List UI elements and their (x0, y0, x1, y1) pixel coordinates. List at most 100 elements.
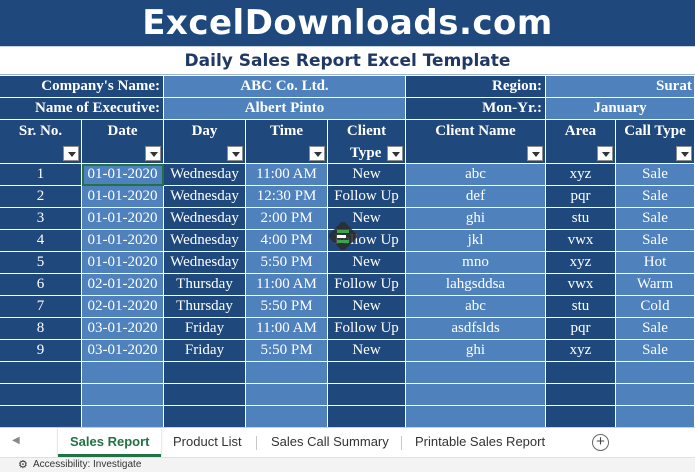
filter-dropdown-icon[interactable] (676, 146, 692, 161)
cell-call-type[interactable]: Hot (616, 252, 695, 274)
cell-area[interactable]: stu (546, 208, 616, 230)
cell-time[interactable]: 5:50 PM (246, 340, 328, 362)
cell-call-type[interactable] (616, 384, 695, 406)
cell-sr-no[interactable]: 2 (0, 186, 82, 208)
filter-dropdown-icon[interactable] (527, 146, 543, 161)
cell-day[interactable]: Thursday (164, 296, 246, 318)
cell-area[interactable] (546, 406, 616, 428)
cell-area[interactable] (546, 362, 616, 384)
cell-call-type[interactable]: Sale (616, 164, 695, 186)
cell-call-type[interactable] (616, 406, 695, 428)
cell-date[interactable] (82, 406, 164, 428)
company-value[interactable]: ABC Co. Ltd. (164, 76, 406, 98)
cell-day[interactable]: Wednesday (164, 164, 246, 186)
cell-client-type[interactable]: Follow Up (328, 318, 406, 340)
cell-date[interactable]: 01-01-2020 (82, 230, 164, 252)
tab-product-list[interactable]: Product List (161, 428, 254, 457)
cell-client-type[interactable] (328, 384, 406, 406)
cell-client-type[interactable] (328, 362, 406, 384)
cell-date[interactable] (82, 362, 164, 384)
cell-client-type[interactable]: New (328, 296, 406, 318)
cell-area[interactable]: pqr (546, 318, 616, 340)
cell-sr-no[interactable]: 5 (0, 252, 82, 274)
cell-client-name[interactable]: def (406, 186, 546, 208)
cell-date[interactable]: 01-01-2020 (82, 252, 164, 274)
cell-time[interactable]: 5:50 PM (246, 252, 328, 274)
cell-date[interactable]: 03-01-2020 (82, 340, 164, 362)
cell-call-type[interactable]: Warm (616, 274, 695, 296)
cell-time[interactable]: 5:50 PM (246, 296, 328, 318)
cell-time[interactable]: 11:00 AM (246, 274, 328, 296)
cell-call-type[interactable]: Sale (616, 186, 695, 208)
cell-day[interactable] (164, 362, 246, 384)
cell-time[interactable] (246, 406, 328, 428)
accessibility-status[interactable]: Accessibility: Investigate (33, 458, 141, 472)
cell-sr-no[interactable]: 8 (0, 318, 82, 340)
cell-client-name[interactable] (406, 362, 546, 384)
cell-area[interactable]: vwx (546, 274, 616, 296)
filter-dropdown-icon[interactable] (387, 146, 403, 161)
filter-dropdown-icon[interactable] (309, 146, 325, 161)
cell-date[interactable]: 01-01-2020 (82, 208, 164, 230)
scroll-tabs-left-icon[interactable]: ◀ (12, 435, 20, 446)
cell-time[interactable]: 11:00 AM (246, 164, 328, 186)
cell-client-name[interactable]: abc (406, 296, 546, 318)
cell-day[interactable]: Wednesday (164, 252, 246, 274)
cell-call-type[interactable]: Cold (616, 296, 695, 318)
cell-sr-no[interactable]: 1 (0, 164, 82, 186)
cell-client-name[interactable]: mno (406, 252, 546, 274)
cell-date[interactable] (82, 384, 164, 406)
add-sheet-button[interactable]: + (592, 434, 609, 451)
cell-date[interactable]: 03-01-2020 (82, 318, 164, 340)
cell-time[interactable]: 11:00 AM (246, 318, 328, 340)
cell-client-name[interactable]: abc (406, 164, 546, 186)
cell-time[interactable]: 12:30 PM (246, 186, 328, 208)
cell-sr-no[interactable]: 4 (0, 230, 82, 252)
cell-client-type[interactable]: New (328, 252, 406, 274)
cell-date[interactable]: 01-01-2020 (82, 164, 164, 186)
cell-sr-no[interactable] (0, 384, 82, 406)
cell-date[interactable]: 01-01-2020 (82, 186, 164, 208)
cell-day[interactable]: Friday (164, 318, 246, 340)
cell-date[interactable]: 02-01-2020 (82, 296, 164, 318)
cell-sr-no[interactable] (0, 406, 82, 428)
cell-client-type[interactable]: New (328, 164, 406, 186)
cell-call-type[interactable]: Sale (616, 340, 695, 362)
cell-day[interactable]: Friday (164, 340, 246, 362)
cell-client-type[interactable]: Follow Up (328, 274, 406, 296)
executive-value[interactable]: Albert Pinto (164, 98, 406, 120)
cell-sr-no[interactable]: 9 (0, 340, 82, 362)
cell-client-name[interactable] (406, 384, 546, 406)
cell-client-type[interactable]: New (328, 340, 406, 362)
cell-area[interactable]: xyz (546, 164, 616, 186)
filter-dropdown-icon[interactable] (597, 146, 613, 161)
cell-day[interactable] (164, 406, 246, 428)
cell-time[interactable]: 2:00 PM (246, 208, 328, 230)
cell-sr-no[interactable]: 6 (0, 274, 82, 296)
cell-day[interactable]: Thursday (164, 274, 246, 296)
cell-sr-no[interactable]: 7 (0, 296, 82, 318)
filter-dropdown-icon[interactable] (63, 146, 79, 161)
accessibility-icon[interactable]: ⚙ (18, 458, 28, 472)
cell-call-type[interactable]: Sale (616, 208, 695, 230)
cell-sr-no[interactable] (0, 362, 82, 384)
cell-call-type[interactable]: Sale (616, 318, 695, 340)
cell-area[interactable] (546, 384, 616, 406)
filter-dropdown-icon[interactable] (145, 146, 161, 161)
cell-time[interactable]: 4:00 PM (246, 230, 328, 252)
cell-client-type[interactable]: Follow Up (328, 186, 406, 208)
tab-sales-report[interactable]: Sales Report (58, 428, 162, 457)
cell-client-type[interactable] (328, 406, 406, 428)
cell-client-name[interactable]: lahgsddsa (406, 274, 546, 296)
cell-date[interactable]: 02-01-2020 (82, 274, 164, 296)
cell-day[interactable]: Wednesday (164, 208, 246, 230)
cell-area[interactable]: vwx (546, 230, 616, 252)
cell-client-name[interactable] (406, 406, 546, 428)
cell-area[interactable]: pqr (546, 186, 616, 208)
cell-sr-no[interactable]: 3 (0, 208, 82, 230)
tab-printable-sales-report[interactable]: Printable Sales Report (403, 428, 557, 457)
cell-client-name[interactable]: ghi (406, 340, 546, 362)
cell-area[interactable]: stu (546, 296, 616, 318)
monyr-value[interactable]: January (546, 98, 695, 120)
cell-area[interactable]: xyz (546, 340, 616, 362)
